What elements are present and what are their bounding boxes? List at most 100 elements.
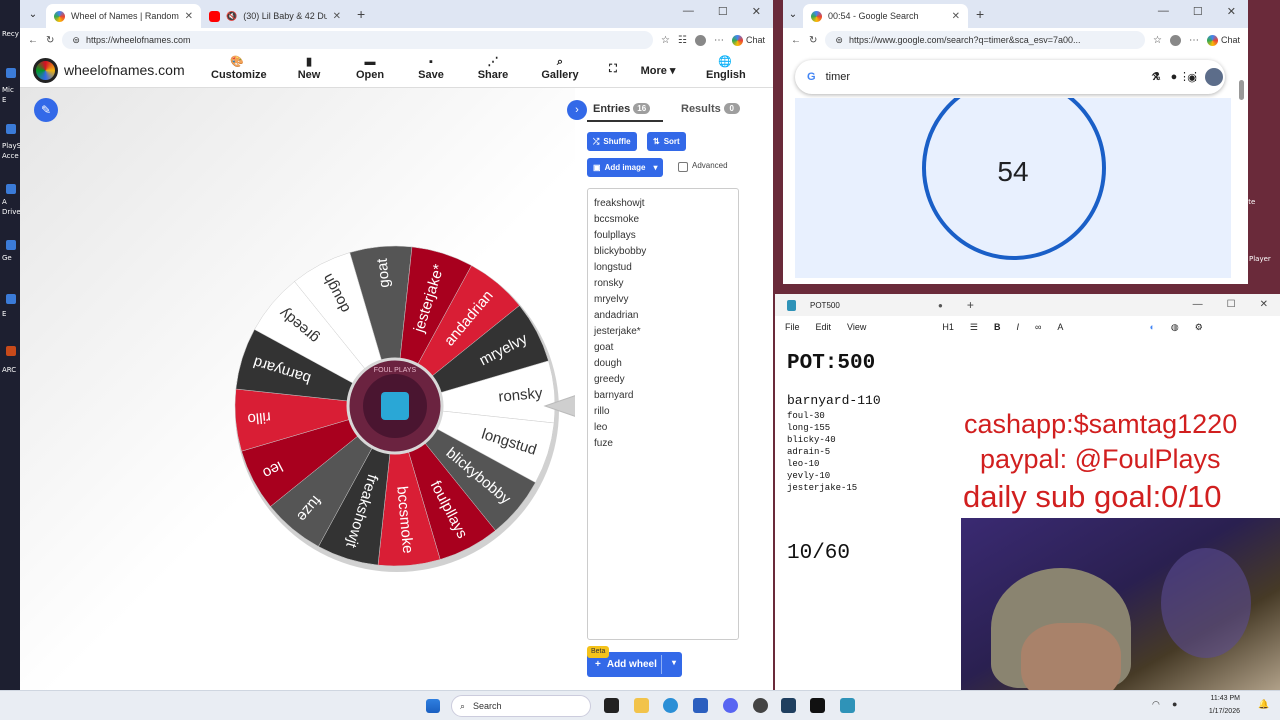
entry-line[interactable]: longstud	[594, 260, 732, 276]
entry-line[interactable]: foulpllays	[594, 228, 732, 244]
tab-google-timer[interactable]: 00:54 - Google Search ✕	[803, 4, 968, 28]
apps-grid-icon[interactable]: ⋮⋮	[1179, 70, 1201, 83]
tab-list-icon[interactable]: ⌄	[783, 9, 803, 20]
link-icon[interactable]: ∞	[1035, 322, 1041, 332]
minimize-icon[interactable]: —	[1158, 5, 1169, 18]
add-image-button[interactable]: ▣ Add image ▾	[587, 158, 664, 177]
menu-share[interactable]: ⋰ Share	[475, 55, 511, 81]
mic-icon[interactable]: ●	[1171, 71, 1178, 83]
brand-name[interactable]: wheelofnames.com	[64, 62, 185, 78]
entry-line[interactable]: dough	[594, 356, 732, 372]
new-tab-icon[interactable]: +	[967, 298, 974, 312]
entry-line[interactable]: andadrian	[594, 308, 732, 324]
labs-flask-icon[interactable]: ⚗	[1151, 70, 1161, 83]
close-window-icon[interactable]: ✕	[1260, 299, 1268, 310]
new-tab-icon[interactable]: +	[357, 6, 365, 22]
sort-button[interactable]: ⇅ Sort	[647, 132, 686, 151]
menu-save[interactable]: ▪ Save	[416, 55, 446, 81]
maximize-icon[interactable]: ☐	[1227, 299, 1236, 310]
app-icon[interactable]	[6, 124, 16, 134]
fullscreen-icon[interactable]: ⛶	[605, 63, 621, 76]
entry-line[interactable]: greedy	[594, 372, 732, 388]
store-icon[interactable]	[693, 698, 708, 713]
copilot-chat-button[interactable]: Chat	[1206, 34, 1240, 46]
menu-new[interactable]: ▮ New	[294, 55, 324, 81]
heading-select[interactable]: H1	[942, 322, 954, 332]
clear-format-icon[interactable]: A	[1057, 322, 1063, 332]
app-icon[interactable]	[810, 698, 825, 713]
menu-view[interactable]: View	[847, 322, 866, 332]
settings-gear-icon[interactable]: ⚙	[1195, 322, 1203, 333]
clock[interactable]: 11:43 PM 1/17/2026	[1196, 692, 1240, 718]
url-field[interactable]: ⊜ https://wheelofnames.com	[62, 31, 654, 49]
app-icon[interactable]	[6, 294, 16, 304]
notepad-content[interactable]: POT:500 barnyard-110 foul-30 long-155 blic…	[787, 352, 881, 565]
close-icon[interactable]: ✕	[185, 11, 193, 22]
tab-label[interactable]: POT500	[810, 301, 938, 310]
menu-customize[interactable]: 🎨 Customize	[211, 55, 267, 81]
close-icon[interactable]: ✕	[333, 11, 341, 22]
menu-edit[interactable]: Edit	[816, 322, 832, 332]
entry-line[interactable]: bccsmoke	[594, 212, 732, 228]
maximize-icon[interactable]: ☐	[1193, 5, 1203, 18]
entry-line[interactable]: rillo	[594, 404, 732, 420]
minimize-icon[interactable]: —	[1193, 299, 1203, 310]
menu-more[interactable]: More ▾	[636, 64, 680, 77]
entry-line[interactable]: blickybobby	[594, 244, 732, 260]
wheel[interactable]: ronskylongstudblickybobbyfoulpllaysbccsm…	[20, 88, 575, 690]
menu-dots-icon[interactable]: ⋯	[1189, 35, 1199, 46]
discord-icon[interactable]	[723, 698, 738, 713]
muted-speaker-icon[interactable]: 🔇	[226, 11, 237, 22]
app-icon[interactable]	[6, 68, 16, 78]
reload-icon[interactable]: ↻	[809, 35, 817, 46]
shuffle-button[interactable]: ⤮ Shuffle	[587, 132, 637, 151]
tab-results[interactable]: Results 0	[681, 103, 740, 115]
back-icon[interactable]: ←	[28, 35, 38, 46]
app-icon[interactable]	[6, 346, 16, 356]
entry-line[interactable]: leo	[594, 420, 732, 436]
edge-icon[interactable]	[663, 698, 678, 713]
won-logo-icon[interactable]	[33, 58, 58, 83]
entries-textarea[interactable]: freakshowjt bccsmoke foulpllays blickybobby…	[587, 188, 739, 640]
site-info-icon[interactable]: ⊜	[835, 35, 843, 46]
wifi-icon[interactable]: ◠	[1152, 699, 1160, 710]
entry-line[interactable]: mryelvy	[594, 292, 732, 308]
close-window-icon[interactable]: ✕	[1227, 5, 1236, 18]
mic-icon[interactable]: ●	[1172, 699, 1177, 709]
file-explorer-icon[interactable]	[634, 698, 649, 713]
entry-line[interactable]: goat	[594, 340, 732, 356]
menu-language[interactable]: 🌐 English	[706, 55, 746, 81]
menu-open[interactable]: ▬ Open	[353, 55, 387, 81]
obs-icon[interactable]	[753, 698, 768, 713]
profile-avatar[interactable]	[1169, 34, 1181, 46]
reload-icon[interactable]: ↻	[46, 35, 54, 46]
copilot-icon[interactable]: ◐	[1149, 322, 1154, 332]
taskbar-search[interactable]: ⌕ Search	[451, 695, 591, 717]
italic-icon[interactable]: I	[1016, 322, 1019, 332]
menu-file[interactable]: File	[785, 322, 800, 332]
scrollbar-thumb[interactable]	[1239, 80, 1244, 100]
close-icon[interactable]: ✕	[952, 11, 960, 22]
notification-bell-icon[interactable]: 🔔	[1258, 699, 1269, 710]
new-tab-icon[interactable]: +	[976, 6, 984, 22]
list-icon[interactable]: ☰	[970, 322, 978, 333]
notepad-icon[interactable]	[840, 698, 855, 713]
start-icon[interactable]	[426, 699, 440, 713]
entry-line[interactable]: barnyard	[594, 388, 732, 404]
account-icon[interactable]: ◍	[1171, 322, 1179, 333]
menu-gallery[interactable]: ⌕ Gallery	[541, 55, 579, 81]
entry-line[interactable]: jesterjake*	[594, 324, 732, 340]
account-avatar[interactable]	[1205, 68, 1223, 86]
app-icon[interactable]	[6, 184, 16, 194]
app-icon[interactable]	[6, 240, 16, 250]
tab-list-icon[interactable]: ⌄	[20, 9, 46, 20]
close-window-icon[interactable]: ✕	[752, 5, 761, 18]
bookmark-star-icon[interactable]: ☆	[661, 35, 670, 46]
app-icon[interactable]	[781, 698, 796, 713]
copilot-chat-button[interactable]: Chat	[731, 34, 765, 46]
dropdown-caret-icon[interactable]: ▾	[672, 658, 676, 667]
menu-dots-icon[interactable]: ⋯	[714, 35, 724, 46]
tab-youtube[interactable]: 🔇 (30) Lil Baby & 42 Dugg - Grow ✕	[201, 4, 349, 28]
entry-line[interactable]: ronsky	[594, 276, 732, 292]
url-field[interactable]: ⊜ https://www.google.com/search?q=timer&…	[825, 31, 1146, 49]
